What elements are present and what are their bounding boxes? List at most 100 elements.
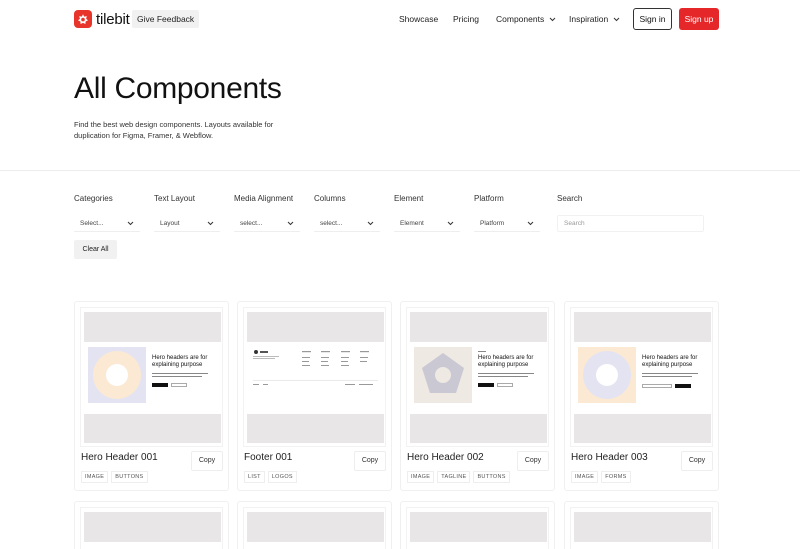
component-card[interactable]: Footer 001 Copy LIST LOGOS: [237, 301, 392, 491]
pentagon-image-icon: [414, 347, 472, 403]
filter-search: Search: [557, 194, 704, 215]
thumb-content: [247, 342, 384, 414]
tag[interactable]: LIST: [244, 471, 265, 483]
platform-select[interactable]: Platform: [474, 215, 540, 232]
ring-image-icon: [88, 347, 146, 403]
nav-components[interactable]: Components: [496, 14, 556, 24]
tag[interactable]: IMAGE: [407, 471, 435, 483]
brand-logo[interactable]: tilebit: [74, 10, 130, 28]
chevron-down-icon: [527, 221, 534, 225]
thumb-placeholder: [410, 414, 547, 443]
section-divider: [0, 170, 800, 171]
page-title: All Components: [74, 72, 282, 105]
text-layout-select[interactable]: Layout: [154, 215, 220, 232]
tag-list: IMAGE TAGLINE BUTTONS: [407, 471, 510, 483]
filter-label: Columns: [314, 194, 346, 203]
filter-categories: Categories Select...: [74, 194, 140, 232]
tag[interactable]: IMAGE: [571, 471, 599, 483]
component-card[interactable]: [400, 501, 555, 549]
logo-icon: [74, 10, 92, 28]
thumb-placeholder: [247, 414, 384, 443]
select-value: select...: [320, 219, 343, 227]
card-preview[interactable]: Hero headers are for explaining purpose: [406, 307, 549, 447]
select-value: Platform: [480, 219, 505, 227]
element-select[interactable]: Element: [394, 215, 460, 232]
tag[interactable]: TAGLINE: [437, 471, 471, 483]
filter-text-layout: Text Layout Layout: [154, 194, 220, 232]
card-preview[interactable]: Hero headers are for explaining purpose: [570, 307, 713, 447]
component-card[interactable]: [237, 501, 392, 549]
filter-platform: Platform Platform: [474, 194, 540, 232]
nav-showcase-label: Showcase: [399, 14, 439, 24]
card-preview[interactable]: [80, 507, 223, 549]
ring-image-icon: [578, 347, 636, 403]
sign-up-button[interactable]: Sign up: [679, 8, 719, 30]
component-card[interactable]: Hero headers are for explaining purpose …: [74, 301, 229, 491]
search-input[interactable]: Search: [557, 215, 704, 232]
chevron-down-icon: [613, 17, 620, 21]
thumb-button: [675, 384, 691, 388]
nav-pricing-label: Pricing: [453, 14, 479, 24]
component-card[interactable]: [74, 501, 229, 549]
tag[interactable]: LOGOS: [267, 471, 297, 483]
thumb-placeholder: [247, 512, 384, 542]
clear-all-button[interactable]: Clear All: [74, 240, 117, 259]
tag-list: IMAGE FORMS: [571, 471, 631, 483]
select-value: select...: [240, 219, 263, 227]
search-label: Search: [557, 194, 583, 203]
chevron-down-icon: [447, 221, 454, 225]
thumb-heading: Hero headers are for explaining purpose: [642, 355, 698, 368]
copy-button[interactable]: Copy: [191, 451, 223, 471]
card-preview[interactable]: [243, 507, 386, 549]
card-preview[interactable]: Hero headers are for explaining purpose: [80, 307, 223, 447]
thumb-heading: Hero headers are for explaining purpose: [152, 355, 208, 368]
component-card[interactable]: [564, 501, 719, 549]
filter-label: Element: [394, 194, 424, 203]
copy-button[interactable]: Copy: [681, 451, 713, 471]
tag[interactable]: BUTTONS: [473, 471, 510, 483]
thumb-content: Hero headers are for explaining purpose: [84, 342, 221, 414]
thumb-content: Hero headers are for explaining purpose: [574, 342, 711, 414]
component-card[interactable]: Hero headers are for explaining purpose …: [564, 301, 719, 491]
component-card[interactable]: Hero headers are for explaining purpose …: [400, 301, 555, 491]
card-title: Hero Header 003: [571, 452, 648, 463]
tag[interactable]: IMAGE: [81, 471, 109, 483]
thumb-text-line: [152, 373, 208, 374]
nav-inspiration[interactable]: Inspiration: [569, 14, 620, 24]
tag[interactable]: BUTTONS: [111, 471, 148, 483]
media-alignment-select[interactable]: select...: [234, 215, 300, 232]
select-value: Element: [400, 219, 424, 227]
categories-select[interactable]: Select...: [74, 215, 140, 232]
sign-in-button[interactable]: Sign in: [633, 8, 672, 30]
thumb-button: [478, 383, 494, 387]
nav-pricing[interactable]: Pricing: [453, 14, 479, 24]
thumb-placeholder: [84, 414, 221, 443]
thumb-placeholder: [410, 512, 547, 542]
card-preview[interactable]: [570, 507, 713, 549]
thumb-placeholder: [84, 312, 221, 342]
chevron-down-icon: [287, 221, 294, 225]
nav-showcase[interactable]: Showcase: [399, 14, 438, 24]
card-title: Hero Header 001: [81, 452, 158, 463]
thumb-heading: Hero headers are for explaining purpose: [478, 355, 534, 368]
filter-label: Platform: [474, 194, 504, 203]
thumb-email-field: [642, 384, 672, 388]
brand-name: tilebit: [96, 10, 130, 28]
give-feedback-button[interactable]: Give Feedback: [132, 10, 200, 28]
thumb-tagline: [478, 351, 486, 352]
filter-media-alignment: Media Alignment select...: [234, 194, 300, 232]
page-description: Find the best web design components. Lay…: [74, 120, 274, 140]
chevron-down-icon: [549, 17, 556, 21]
thumb-placeholder: [574, 312, 711, 342]
thumb-text-line: [152, 376, 202, 377]
columns-select[interactable]: select...: [314, 215, 380, 232]
card-preview[interactable]: [243, 307, 386, 447]
thumb-placeholder: [410, 312, 547, 342]
card-preview[interactable]: [406, 507, 549, 549]
select-value: Layout: [160, 219, 180, 227]
filter-label: Categories: [74, 194, 113, 203]
chevron-down-icon: [367, 221, 374, 225]
copy-button[interactable]: Copy: [354, 451, 386, 471]
tag[interactable]: FORMS: [601, 471, 631, 483]
copy-button[interactable]: Copy: [517, 451, 549, 471]
